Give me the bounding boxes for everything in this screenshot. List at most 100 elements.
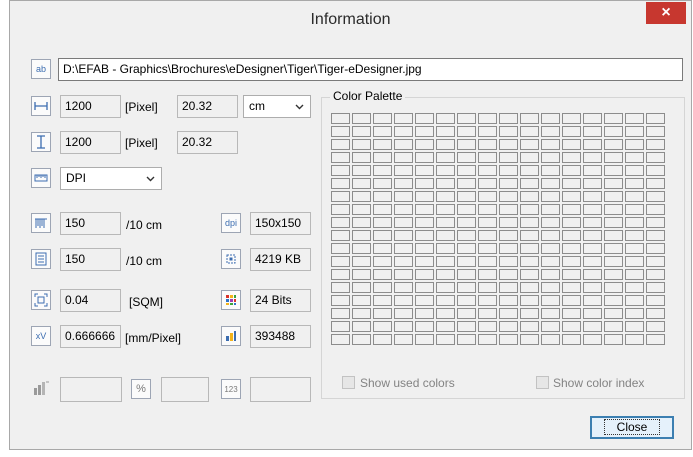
width-pixels-field[interactable]: 1200 bbox=[60, 95, 121, 118]
palette-cell[interactable] bbox=[520, 113, 539, 124]
palette-cell[interactable] bbox=[457, 113, 476, 124]
palette-cell[interactable] bbox=[625, 152, 644, 163]
bit-depth-field[interactable]: 24 Bits bbox=[250, 289, 311, 312]
palette-cell[interactable] bbox=[646, 126, 665, 137]
bottom-field-2[interactable] bbox=[161, 377, 209, 402]
palette-cell[interactable] bbox=[331, 126, 350, 137]
palette-cell[interactable] bbox=[520, 334, 539, 345]
palette-cell[interactable] bbox=[352, 178, 371, 189]
palette-cell[interactable] bbox=[541, 230, 560, 241]
palette-cell[interactable] bbox=[625, 269, 644, 280]
palette-cell[interactable] bbox=[373, 126, 392, 137]
palette-cell[interactable] bbox=[394, 256, 413, 267]
palette-cell[interactable] bbox=[604, 217, 623, 228]
palette-cell[interactable] bbox=[583, 191, 602, 202]
palette-cell[interactable] bbox=[541, 113, 560, 124]
palette-cell[interactable] bbox=[583, 152, 602, 163]
palette-cell[interactable] bbox=[394, 217, 413, 228]
palette-cell[interactable] bbox=[625, 217, 644, 228]
palette-cell[interactable] bbox=[499, 139, 518, 150]
palette-cell[interactable] bbox=[457, 230, 476, 241]
palette-cell[interactable] bbox=[352, 126, 371, 137]
palette-cell[interactable] bbox=[436, 165, 455, 176]
palette-cell[interactable] bbox=[331, 295, 350, 306]
palette-cell[interactable] bbox=[394, 230, 413, 241]
palette-cell[interactable] bbox=[478, 321, 497, 332]
palette-cell[interactable] bbox=[604, 269, 623, 280]
palette-cell[interactable] bbox=[499, 204, 518, 215]
palette-cell[interactable] bbox=[520, 308, 539, 319]
palette-cell[interactable] bbox=[373, 282, 392, 293]
palette-cell[interactable] bbox=[394, 282, 413, 293]
palette-cell[interactable] bbox=[646, 113, 665, 124]
palette-cell[interactable] bbox=[352, 139, 371, 150]
palette-cell[interactable] bbox=[541, 321, 560, 332]
palette-cell[interactable] bbox=[331, 321, 350, 332]
palette-cell[interactable] bbox=[352, 165, 371, 176]
palette-cell[interactable] bbox=[583, 217, 602, 228]
palette-cell[interactable] bbox=[604, 178, 623, 189]
palette-cell[interactable] bbox=[541, 165, 560, 176]
palette-cell[interactable] bbox=[415, 295, 434, 306]
palette-cell[interactable] bbox=[646, 282, 665, 293]
palette-cell[interactable] bbox=[352, 230, 371, 241]
palette-cell[interactable] bbox=[562, 152, 581, 163]
palette-cell[interactable] bbox=[625, 113, 644, 124]
palette-cell[interactable] bbox=[373, 113, 392, 124]
palette-cell[interactable] bbox=[352, 113, 371, 124]
palette-cell[interactable] bbox=[562, 191, 581, 202]
palette-cell[interactable] bbox=[625, 178, 644, 189]
palette-cell[interactable] bbox=[415, 256, 434, 267]
bottom-field-1[interactable] bbox=[60, 377, 122, 402]
palette-cell[interactable] bbox=[583, 165, 602, 176]
palette-cell[interactable] bbox=[541, 204, 560, 215]
palette-cell[interactable] bbox=[625, 334, 644, 345]
palette-cell[interactable] bbox=[394, 191, 413, 202]
palette-cell[interactable] bbox=[331, 256, 350, 267]
palette-cell[interactable] bbox=[478, 126, 497, 137]
palette-cell[interactable] bbox=[373, 256, 392, 267]
palette-cell[interactable] bbox=[331, 139, 350, 150]
palette-cell[interactable] bbox=[415, 152, 434, 163]
palette-cell[interactable] bbox=[478, 165, 497, 176]
palette-cell[interactable] bbox=[415, 139, 434, 150]
palette-cell[interactable] bbox=[331, 334, 350, 345]
palette-cell[interactable] bbox=[499, 113, 518, 124]
palette-cell[interactable] bbox=[457, 269, 476, 280]
height-pixels-field[interactable]: 1200 bbox=[60, 131, 121, 154]
palette-cell[interactable] bbox=[415, 165, 434, 176]
palette-cell[interactable] bbox=[499, 269, 518, 280]
file-path-field[interactable]: D:\EFAB - Graphics\Brochures\eDesigner\T… bbox=[58, 58, 683, 81]
palette-cell[interactable] bbox=[520, 269, 539, 280]
palette-cell[interactable] bbox=[646, 321, 665, 332]
palette-cell[interactable] bbox=[331, 113, 350, 124]
palette-cell[interactable] bbox=[457, 217, 476, 228]
palette-cell[interactable] bbox=[457, 334, 476, 345]
palette-cell[interactable] bbox=[352, 282, 371, 293]
palette-cell[interactable] bbox=[646, 165, 665, 176]
palette-cell[interactable] bbox=[457, 178, 476, 189]
palette-cell[interactable] bbox=[331, 178, 350, 189]
palette-cell[interactable] bbox=[541, 256, 560, 267]
palette-cell[interactable] bbox=[457, 204, 476, 215]
palette-cell[interactable] bbox=[625, 308, 644, 319]
palette-cell[interactable] bbox=[499, 334, 518, 345]
palette-cell[interactable] bbox=[604, 191, 623, 202]
palette-cell[interactable] bbox=[331, 217, 350, 228]
palette-cell[interactable] bbox=[352, 152, 371, 163]
palette-cell[interactable] bbox=[541, 308, 560, 319]
palette-cell[interactable] bbox=[520, 295, 539, 306]
palette-cell[interactable] bbox=[646, 308, 665, 319]
palette-cell[interactable] bbox=[331, 191, 350, 202]
palette-cell[interactable] bbox=[436, 217, 455, 228]
palette-cell[interactable] bbox=[499, 230, 518, 241]
palette-cell[interactable] bbox=[373, 178, 392, 189]
palette-cell[interactable] bbox=[373, 152, 392, 163]
palette-cell[interactable] bbox=[646, 217, 665, 228]
palette-cell[interactable] bbox=[583, 139, 602, 150]
palette-cell[interactable] bbox=[541, 282, 560, 293]
palette-cell[interactable] bbox=[562, 308, 581, 319]
palette-cell[interactable] bbox=[583, 321, 602, 332]
palette-cell[interactable] bbox=[373, 204, 392, 215]
palette-cell[interactable] bbox=[352, 204, 371, 215]
